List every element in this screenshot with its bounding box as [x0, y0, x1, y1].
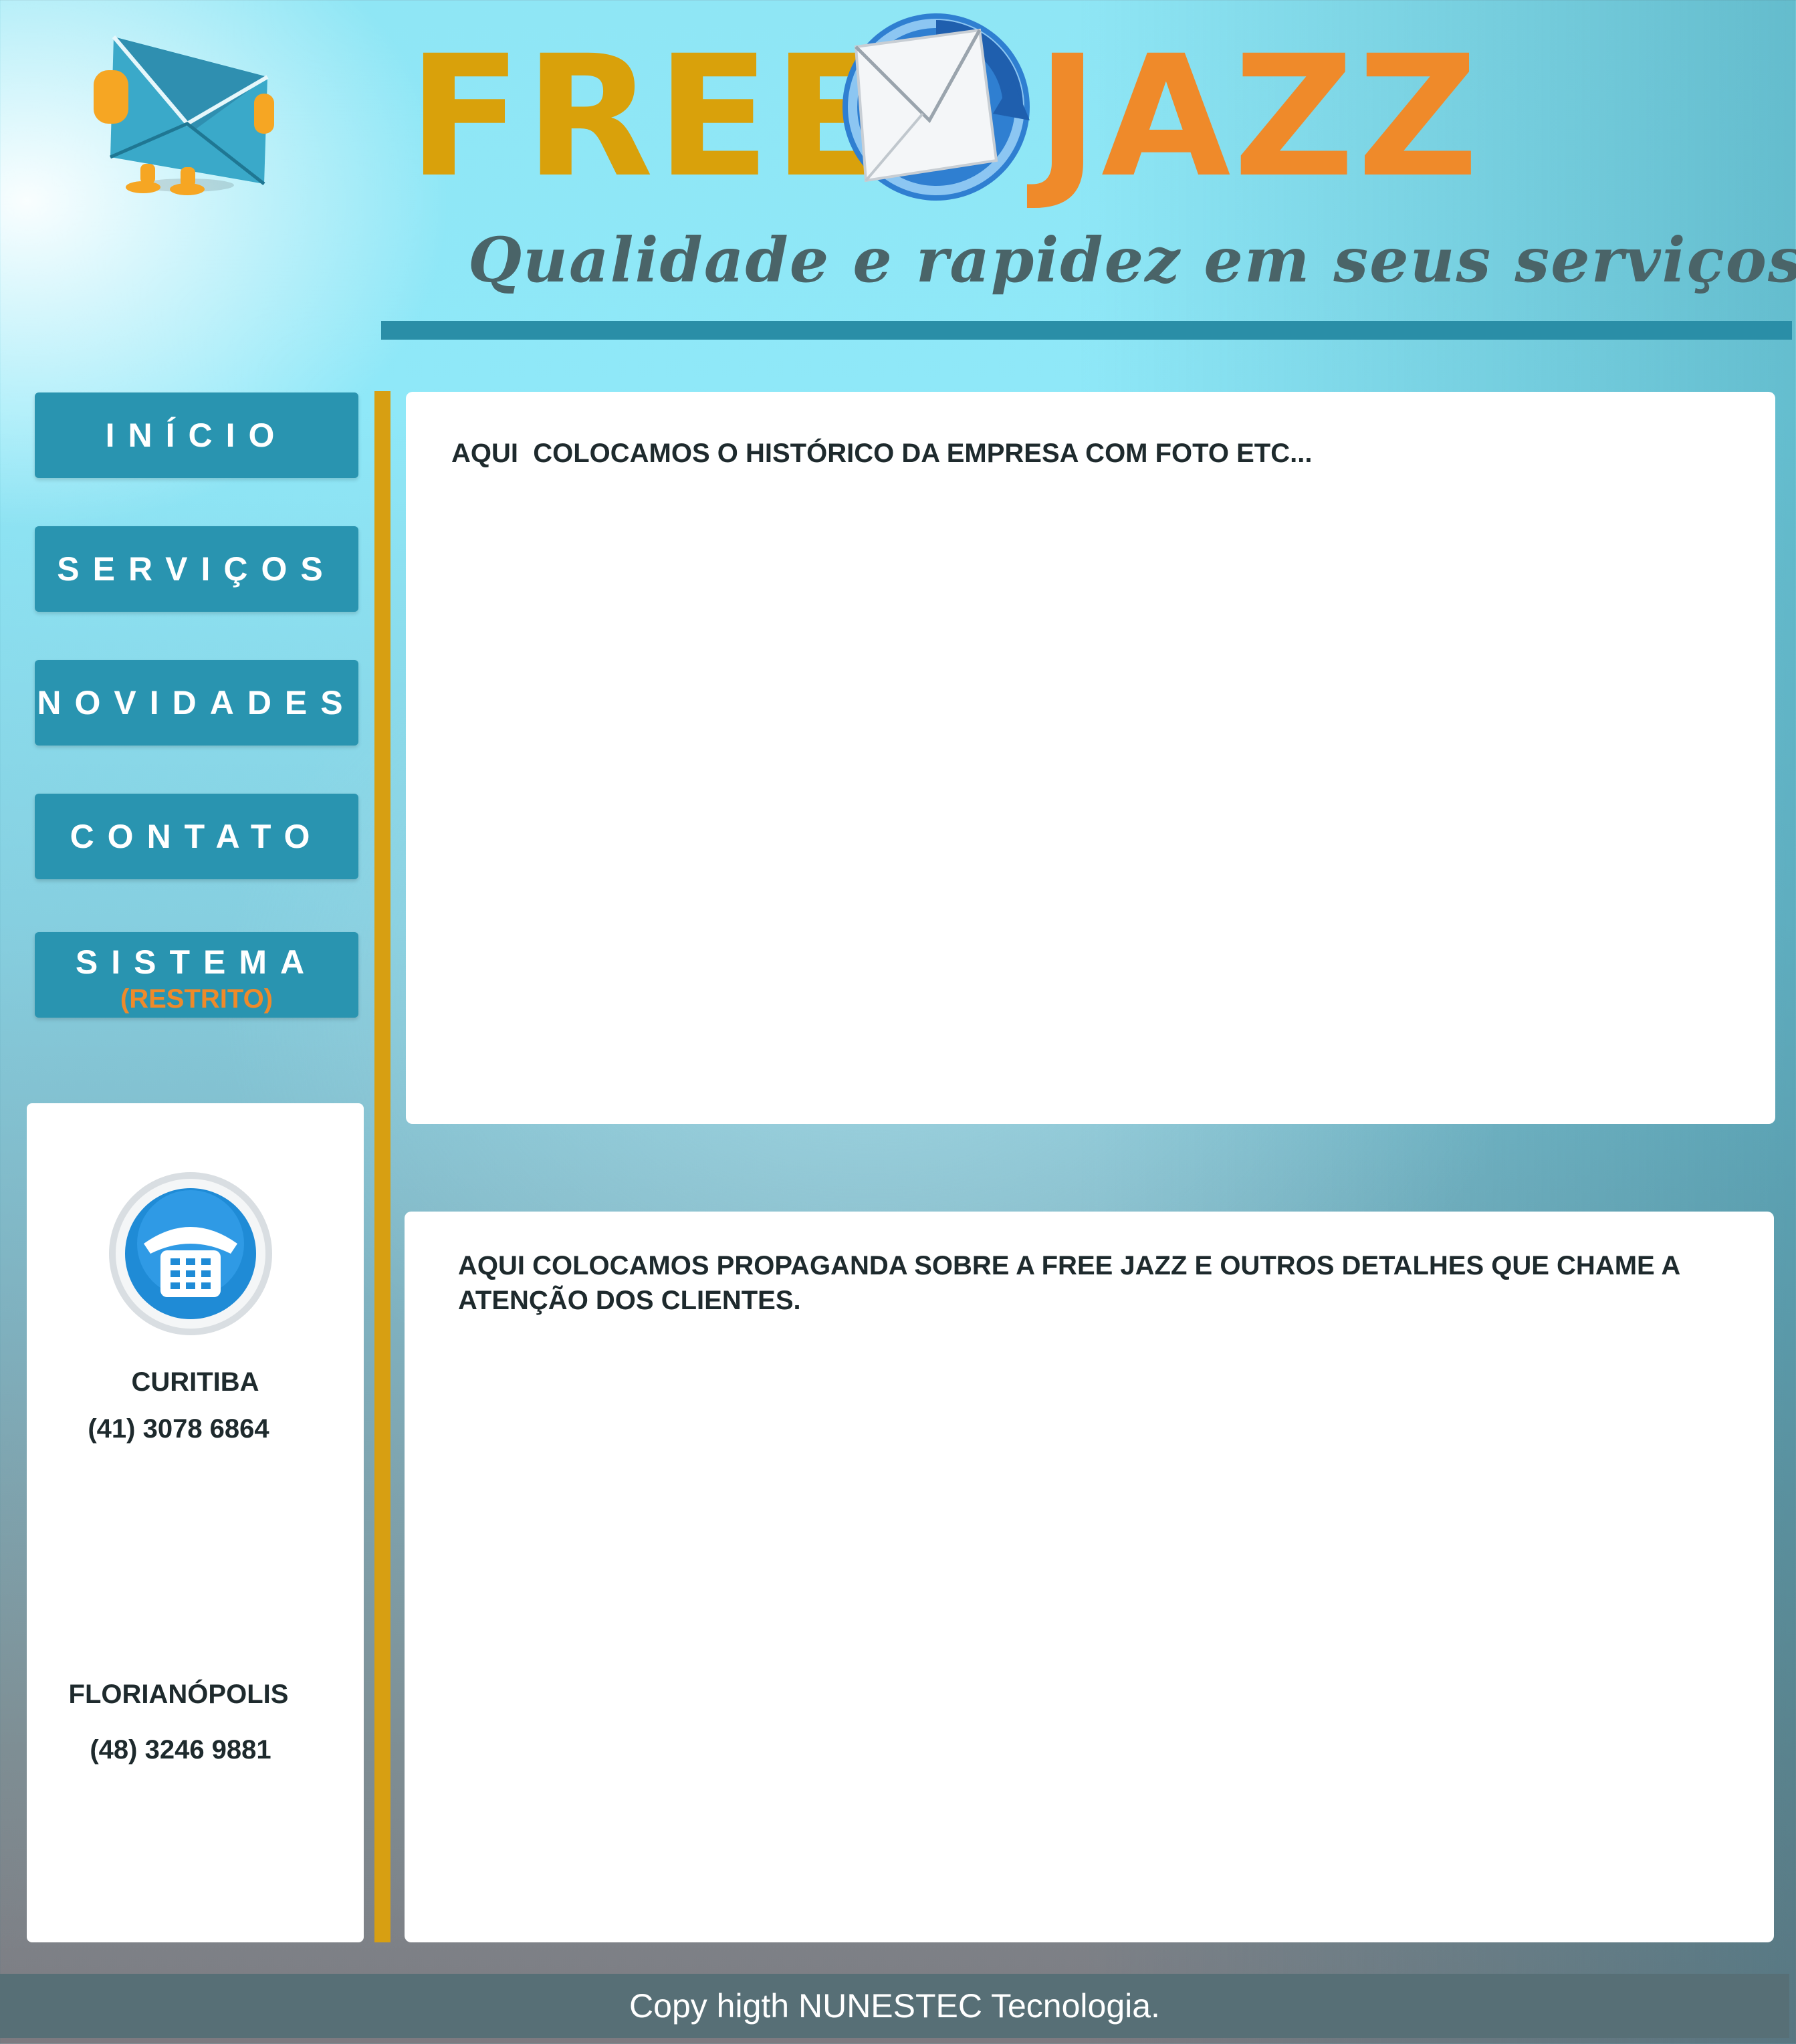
vertical-accent-bar: [374, 391, 390, 1942]
nav-sistema-button[interactable]: SISTEMA (RESTRITO): [35, 932, 358, 1018]
mail-refresh-icon: [836, 7, 1036, 207]
nav-label: SISTEMA: [75, 943, 318, 981]
logo-text-jazz: JAZZ: [1036, 19, 1482, 214]
envelope-mascot-icon: [87, 30, 281, 197]
brand-logo[interactable]: FREE JAZZ: [408, 7, 1511, 214]
logo-text-free: FREE: [408, 19, 890, 214]
nav-novidades-button[interactable]: NOVIDADES: [35, 660, 358, 746]
nav-contato-button[interactable]: CONTATO: [35, 794, 358, 879]
nav-label: CONTATO: [70, 818, 324, 855]
header-divider: [381, 321, 1792, 340]
promo-text: AQUI COLOCAMOS PROPAGANDA SOBRE A FREE J…: [458, 1251, 1680, 1315]
contact-phone-curitiba: (41) 3078 6864: [88, 1414, 269, 1444]
footer-copyright: Copy higth NUNESTEC Tecnologia.: [629, 1987, 1160, 2025]
nav-label: INÍCIO: [105, 417, 288, 454]
nav-sublabel-restrito: (RESTRITO): [120, 984, 273, 1014]
history-text: AQUI COLOCAMOS O HISTÓRICO DA EMPRESA CO…: [451, 439, 1313, 468]
contact-city-curitiba: CURITIBA: [131, 1367, 259, 1397]
promo-panel: AQUI COLOCAMOS PROPAGANDA SOBRE A FREE J…: [405, 1212, 1774, 1942]
slogan: Qualidade e rapidez em seus serviços: [468, 224, 1796, 296]
nav-inicio-button[interactable]: INÍCIO: [35, 392, 358, 478]
nav-label: NOVIDADES: [37, 684, 356, 721]
history-panel: AQUI COLOCAMOS O HISTÓRICO DA EMPRESA CO…: [406, 392, 1775, 1124]
telephone-icon: [107, 1170, 274, 1337]
nav-label: SERVIÇOS: [57, 550, 336, 588]
nav-servicos-button[interactable]: SERVIÇOS: [35, 526, 358, 612]
contact-card: CURITIBA (41) 3078 6864 FLORIANÓPOLIS (4…: [27, 1103, 364, 1942]
contact-phone-florianopolis: (48) 3246 9881: [90, 1735, 271, 1765]
contact-city-florianopolis: FLORIANÓPOLIS: [68, 1680, 289, 1709]
footer: Copy higth NUNESTEC Tecnologia.: [0, 1974, 1789, 2038]
